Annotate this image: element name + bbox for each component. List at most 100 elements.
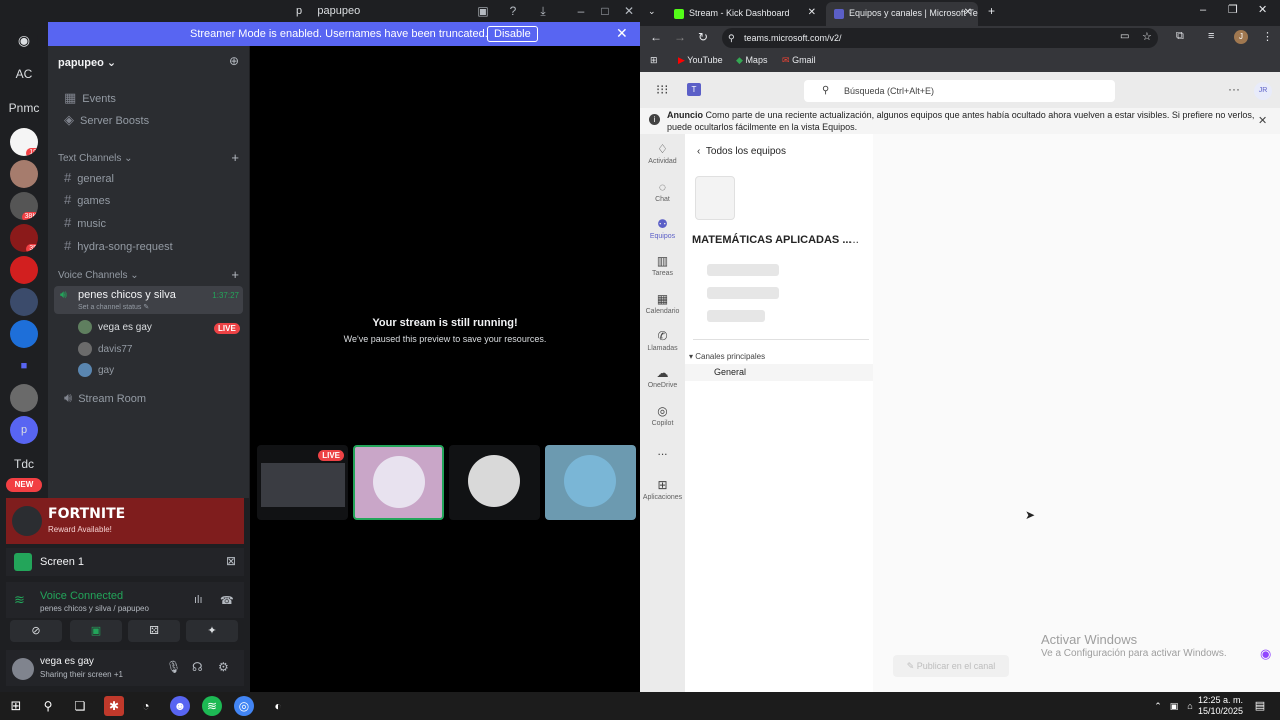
chrome-taskbar-icon[interactable]: ◎ — [234, 696, 254, 716]
headphones-icon[interactable]: ☊ — [192, 660, 203, 674]
rail-activity[interactable]: ♢ Actividad — [640, 142, 685, 165]
bookmark-maps[interactable]: ◆ Maps — [736, 55, 767, 66]
post-in-channel-button[interactable]: ✎ Publicar en el canal — [893, 655, 1009, 677]
profile-avatar[interactable]: J — [1234, 30, 1248, 44]
channel-music[interactable]: # music — [54, 213, 243, 233]
stop-share-icon[interactable]: ⊠ — [226, 554, 236, 568]
announcement-close-icon[interactable]: ✕ — [1258, 114, 1267, 127]
rail-onedrive[interactable]: ☁ OneDrive — [640, 366, 685, 389]
voice-channels-category[interactable]: Voice Channels ⌄ — [58, 269, 139, 283]
inbox-icon[interactable]: ▣ — [474, 3, 492, 19]
new-tab-icon[interactable]: + — [988, 4, 995, 18]
rail-teams[interactable]: ⚉ Equipos — [640, 217, 685, 240]
channel-general[interactable]: # general — [54, 168, 243, 188]
help-icon[interactable]: ? — [504, 3, 522, 19]
channel-general[interactable]: General — [685, 364, 873, 381]
server-ac[interactable]: AC — [10, 60, 38, 88]
back-to-teams[interactable]: ‹ Todos los equipos — [697, 146, 786, 157]
soundboard-button[interactable]: ✦ — [186, 620, 238, 642]
fortnite-reward[interactable]: FORTNITE Reward Available! — [6, 498, 244, 544]
voice-connected-title[interactable]: Voice Connected — [40, 590, 123, 602]
add-voice-channel-icon[interactable]: + — [231, 267, 239, 282]
maximize-icon[interactable]: □ — [596, 3, 614, 19]
banner-close-icon[interactable]: ✕ — [616, 25, 628, 42]
rail-more[interactable]: ... — [640, 444, 685, 458]
network-icon[interactable]: ⌂ — [1180, 696, 1200, 716]
server-icon[interactable]: 38K — [10, 192, 38, 220]
server-pnmc[interactable]: Pnmc — [6, 94, 42, 122]
voice-user-gay[interactable]: gay — [78, 362, 114, 380]
participant-tile[interactable] — [545, 445, 636, 520]
search-icon[interactable]: ⚲ — [38, 696, 58, 716]
avatar[interactable] — [12, 658, 34, 680]
voice-user-davis77[interactable]: davis77 — [78, 341, 132, 359]
rail-calendar[interactable]: ▦ Calendario — [640, 292, 685, 315]
invite-icon[interactable]: ⊕ — [229, 54, 239, 68]
minimize-icon[interactable]: – — [572, 3, 590, 19]
folder-icon[interactable]: ■ — [10, 352, 38, 380]
obs-taskbar-icon[interactable]: ◐ — [268, 696, 288, 716]
noise-suppression-icon[interactable]: ılı — [194, 594, 203, 606]
apps-grid-icon[interactable]: ⊞ — [650, 55, 658, 66]
tab-close-icon[interactable]: ✕ — [808, 2, 816, 24]
tab-kick-dashboard[interactable]: Stream - Kick Dashboard ✕ — [666, 2, 822, 26]
bookmark-gmail[interactable]: ✉ Gmail — [782, 55, 816, 66]
server-icon[interactable] — [10, 160, 38, 188]
server-tdc[interactable]: Tdc — [10, 450, 38, 478]
channel-status[interactable]: Set a channel status ✎ — [78, 303, 149, 311]
search-input[interactable]: ⚲ Búsqueda (Ctrl+Alt+E) — [804, 80, 1115, 102]
team-more-options[interactable]: ... — [849, 232, 859, 246]
notifications-icon[interactable]: ▤ — [1250, 696, 1270, 716]
camera-off-button[interactable]: ⊘ — [10, 620, 62, 642]
add-channel-icon[interactable]: + — [231, 150, 239, 165]
server-icon[interactable] — [10, 256, 38, 284]
forward-icon[interactable]: → — [674, 30, 686, 44]
back-icon[interactable]: ← — [650, 30, 662, 44]
channel-games[interactable]: # games — [54, 190, 243, 210]
settings-gear-icon[interactable]: ⚙ — [218, 660, 229, 674]
maximize-icon[interactable]: ❐ — [1228, 3, 1238, 16]
disable-button[interactable]: Disable — [487, 26, 538, 42]
close-icon[interactable]: ✕ — [1258, 3, 1267, 16]
participant-tile[interactable] — [449, 445, 540, 520]
server-icon[interactable]: 35 — [10, 224, 38, 252]
rail-copilot[interactable]: ◎ Copilot — [640, 404, 685, 427]
extensions-icon[interactable]: ⧉ — [1176, 30, 1184, 43]
server-icon[interactable] — [10, 288, 38, 316]
spotify-taskbar-icon[interactable]: ≋ — [202, 696, 222, 716]
minimize-icon[interactable]: – — [1200, 4, 1206, 16]
channel-hydra-song-request[interactable]: # hydra-song-request — [54, 236, 243, 256]
site-info-icon[interactable]: ⚲ — [728, 28, 735, 48]
server-icon[interactable]: 19 — [10, 128, 38, 156]
stream-tile[interactable]: LIVE — [257, 445, 348, 520]
screen-share-panel[interactable]: Screen 1 ⊠ — [6, 548, 244, 576]
app-icon[interactable]: ✱ — [104, 696, 124, 716]
close-icon[interactable]: ✕ — [620, 3, 638, 19]
bookmark-star-icon[interactable]: ☆ — [1142, 30, 1152, 43]
clock[interactable]: 12:25 a. m. 15/10/2025 — [1198, 695, 1243, 717]
download-icon[interactable]: ⤓ — [534, 3, 552, 19]
user-avatar[interactable]: JR — [1254, 82, 1272, 100]
share-screen-button[interactable]: ▣ — [70, 620, 122, 642]
app-launcher-icon[interactable]: ⁝⁝⁝ — [656, 82, 668, 98]
discord-taskbar-icon[interactable]: ☻ — [170, 696, 190, 716]
server-icon[interactable] — [10, 384, 38, 412]
server-icon[interactable] — [10, 320, 38, 348]
main-channels-header[interactable]: ▾ Canales principales — [689, 352, 765, 361]
participant-tile[interactable] — [353, 445, 444, 520]
tab-close-icon[interactable]: ✕ — [964, 2, 972, 24]
rail-apps[interactable]: ⊞ Aplicaciones — [640, 478, 685, 501]
bookmark-youtube[interactable]: ▶ YouTube — [678, 55, 723, 66]
microphone-icon[interactable]: 🎙︎ — [166, 660, 181, 674]
server-name[interactable]: papupeo ⌄ — [58, 56, 116, 69]
server-p[interactable]: p — [10, 416, 38, 444]
menu-kebab-icon[interactable]: ⋮ — [1262, 30, 1273, 43]
app-icon[interactable]: ◔ — [136, 696, 156, 716]
more-options-icon[interactable]: ··· — [1228, 82, 1240, 96]
cast-icon[interactable]: ▭ — [1120, 31, 1129, 42]
media-icon[interactable]: ≡ — [1208, 30, 1214, 42]
server-boosts-item[interactable]: ◈ Server Boosts — [54, 110, 243, 130]
url-bar[interactable]: ⚲ teams.microsoft.com/v2/ — [722, 28, 1158, 48]
task-view-icon[interactable]: ❏ — [70, 696, 90, 716]
tab-teams[interactable]: Equipos y canales | Microsoft Te ✕ — [826, 2, 978, 26]
